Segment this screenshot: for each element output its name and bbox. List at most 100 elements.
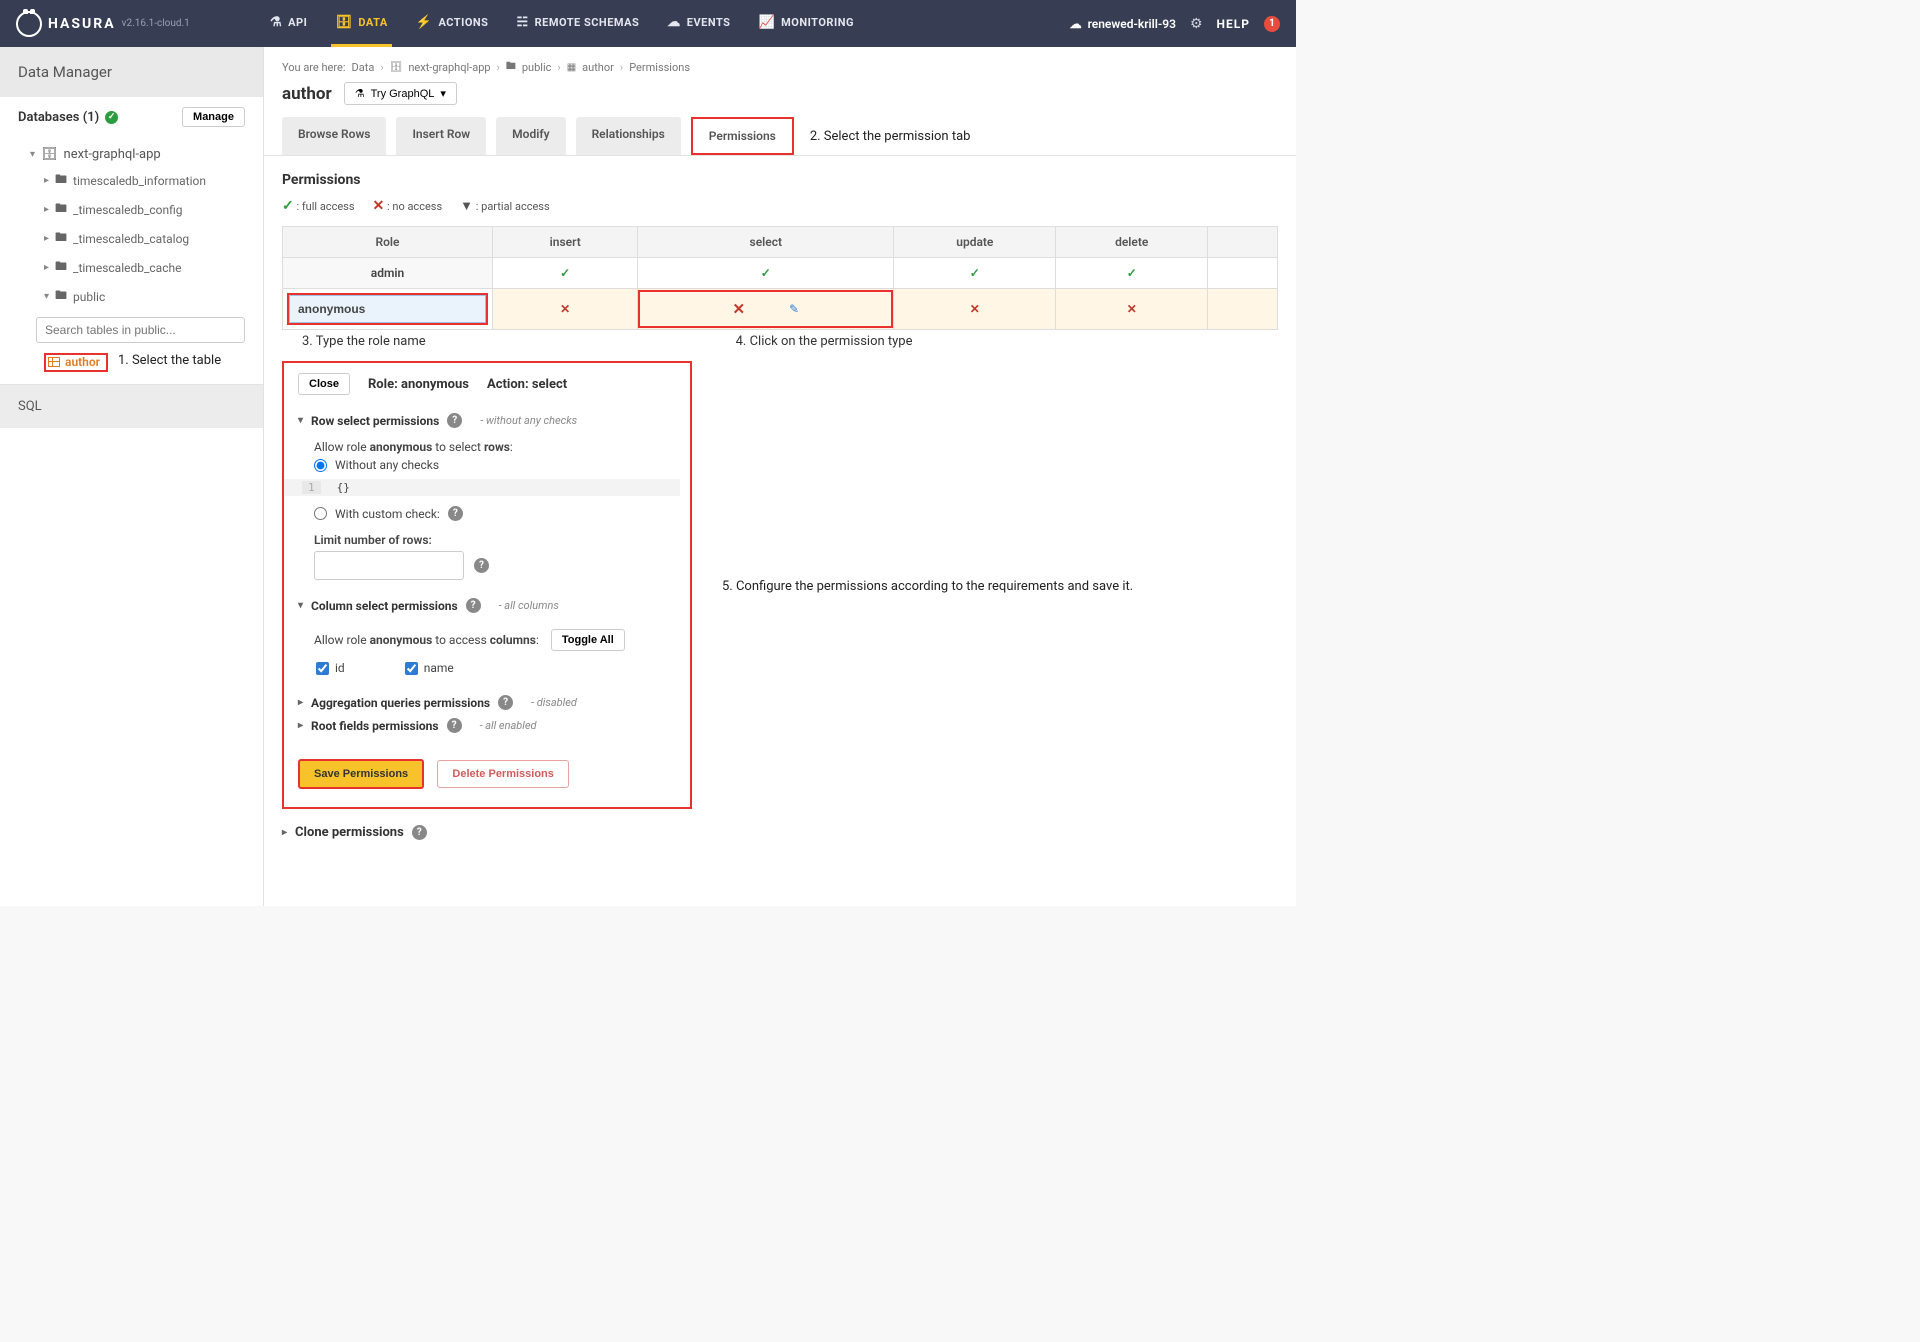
nav-api[interactable]: ⚗API (266, 0, 311, 47)
cloud-icon: ☁ (667, 15, 681, 30)
bc-db[interactable]: next-graphql-app (408, 61, 490, 74)
nav-monitoring[interactable]: 📈MONITORING (754, 0, 858, 47)
chevron-right-icon: ▸ (44, 175, 49, 186)
tree-schema-3[interactable]: ▸🖿_timescaledb_cache (0, 253, 263, 282)
row-desc-role: anonymous (370, 440, 433, 454)
column-permissions-header[interactable]: ▾ Column select permissions ? - all colu… (298, 590, 676, 621)
cell-admin-insert[interactable]: ✓ (493, 258, 638, 289)
help-icon[interactable]: ? (466, 598, 481, 613)
nav-data[interactable]: 🗄DATA (331, 0, 391, 47)
tab-modify[interactable]: Modify (496, 117, 565, 155)
cell-admin-update[interactable]: ✓ (894, 258, 1056, 289)
database-icon: 🗄 (390, 62, 403, 73)
help-link[interactable]: HELP (1217, 17, 1250, 31)
tree-db[interactable]: ▾🗄next-graphql-app (0, 143, 263, 166)
filter-icon: ▼ (460, 199, 473, 214)
table-search-input[interactable] (36, 317, 245, 343)
sidebar-table-author[interactable]: author (44, 353, 108, 372)
help-icon[interactable]: ? (448, 506, 463, 521)
bc-table[interactable]: author (582, 61, 614, 74)
cell-anon-select[interactable]: ✕ ✎ (638, 289, 894, 330)
nav-remote-schemas[interactable]: ☵REMOTE SCHEMAS (512, 0, 643, 47)
main-panel: You are here: Data› 🗄next-graphql-app› 🖿… (264, 47, 1296, 906)
checkbox-name[interactable] (405, 662, 418, 675)
tab-permissions[interactable]: Permissions (693, 119, 792, 153)
limit-input[interactable] (314, 551, 464, 580)
bc-current: Permissions (629, 61, 690, 74)
logo-block: HASURA v2.16.1-cloud.1 (16, 11, 266, 37)
manage-button[interactable]: Manage (182, 107, 245, 127)
nav-events[interactable]: ☁EVENTS (663, 0, 734, 47)
close-button[interactable]: Close (298, 373, 350, 395)
cell-admin-select[interactable]: ✓ (638, 258, 894, 289)
role-name-input[interactable] (289, 295, 486, 323)
tree-schema-4[interactable]: ▾🖿public (0, 282, 263, 311)
help-icon[interactable]: ? (447, 718, 462, 733)
nav-actions[interactable]: ⚡ACTIONS (412, 0, 493, 47)
aggregation-header[interactable]: ▸ Aggregation queries permissions ? - di… (298, 687, 676, 718)
tab-browse[interactable]: Browse Rows (282, 117, 386, 155)
sidebar-table-author-label: author (65, 355, 100, 369)
save-permissions-button[interactable]: Save Permissions (298, 759, 424, 789)
root-fields-header[interactable]: ▸ Root fields permissions ? - all enable… (298, 718, 676, 741)
bc-data[interactable]: Data (352, 61, 375, 74)
tab-insert[interactable]: Insert Row (396, 117, 486, 155)
sql-link[interactable]: SQL (0, 384, 263, 428)
tree-schema-2[interactable]: ▸ 🖿 _timescaledb_catalog (0, 224, 263, 253)
legend-full: : full access (296, 200, 354, 213)
radio-custom-check[interactable] (314, 507, 327, 520)
settings-icon[interactable]: ⚙ (1190, 16, 1203, 32)
checkbox-id[interactable] (316, 662, 329, 675)
row-admin: admin ✓ ✓ ✓ ✓ (283, 258, 1278, 289)
x-icon: ✕ (373, 198, 385, 214)
chevron-right-icon: ▸ (282, 827, 287, 838)
help-icon[interactable]: ? (447, 413, 462, 428)
radio-without-checks[interactable] (314, 459, 327, 472)
aggregation-hint: - disabled (531, 696, 577, 709)
toggle-all-button[interactable]: Toggle All (551, 629, 625, 651)
flask-icon: ⚗ (355, 87, 365, 100)
project-chip[interactable]: ☁ renewed-krill-93 (1070, 17, 1176, 31)
tab-relationships[interactable]: Relationships (576, 117, 681, 155)
notification-badge[interactable]: 1 (1264, 16, 1280, 32)
check-json-code: {} (337, 481, 350, 494)
cell-anon-delete[interactable]: ✕ (1056, 289, 1208, 330)
permission-editor: Close Role: anonymous Action: select ▾ R… (282, 361, 692, 809)
permissions-table: Role insert select update delete admin ✓… (282, 226, 1278, 330)
folder-icon: 🖿 (55, 228, 67, 249)
check-icon: ✓ (282, 198, 294, 214)
bc-schema[interactable]: public (522, 61, 552, 74)
col-desc-mid: to access (432, 633, 489, 647)
row-anonymous: ✕ ✕ ✎ ✕ ✕ (283, 289, 1278, 330)
folder-icon: 🖿 (55, 257, 67, 278)
database-icon: 🗄 (41, 147, 58, 162)
try-graphql-button[interactable]: ⚗ Try GraphQL ▾ (344, 82, 457, 105)
check-json: 1{} (284, 479, 680, 496)
clone-permissions-header[interactable]: ▸ Clone permissions ? (264, 809, 1296, 840)
tree-schema-3-label: _timescaledb_cache (73, 261, 181, 275)
cell-anon-insert[interactable]: ✕ (493, 289, 638, 330)
help-icon[interactable]: ? (412, 825, 427, 840)
col-desc-pre: Allow role (314, 633, 370, 647)
flask-icon: ⚗ (270, 15, 282, 30)
tree-schema-2-label: _timescaledb_catalog (73, 232, 189, 246)
cell-admin-delete[interactable]: ✓ (1056, 258, 1208, 289)
annotation-4: 4. Click on the permission type (736, 334, 913, 349)
chevron-right-icon: ▸ (44, 233, 49, 244)
row-permissions-header[interactable]: ▾ Row select permissions ? - without any… (298, 405, 676, 436)
folder-icon: 🖿 (55, 170, 67, 191)
table-search-wrap (36, 317, 245, 343)
tree-schema-1[interactable]: ▸🖿_timescaledb_config (0, 195, 263, 224)
delete-permissions-button[interactable]: Delete Permissions (437, 760, 569, 788)
column-permissions-label: Column select permissions (311, 599, 458, 613)
tree-schema-0-label: timescaledb_information (73, 174, 206, 188)
help-icon[interactable]: ? (498, 695, 513, 710)
aggregation-label: Aggregation queries permissions (311, 696, 490, 710)
tree-schema-0[interactable]: ▸ 🖿 timescaledb_information (0, 166, 263, 195)
tree-schema-4-label: public (73, 290, 105, 304)
sidebar: Data Manager Databases (1) ✓ Manage ▾🗄ne… (0, 47, 264, 906)
tree-db-label: next-graphql-app (64, 147, 161, 162)
cell-anon-update[interactable]: ✕ (894, 289, 1056, 330)
row-permissions-label: Row select permissions (311, 414, 439, 428)
help-icon[interactable]: ? (474, 558, 489, 573)
